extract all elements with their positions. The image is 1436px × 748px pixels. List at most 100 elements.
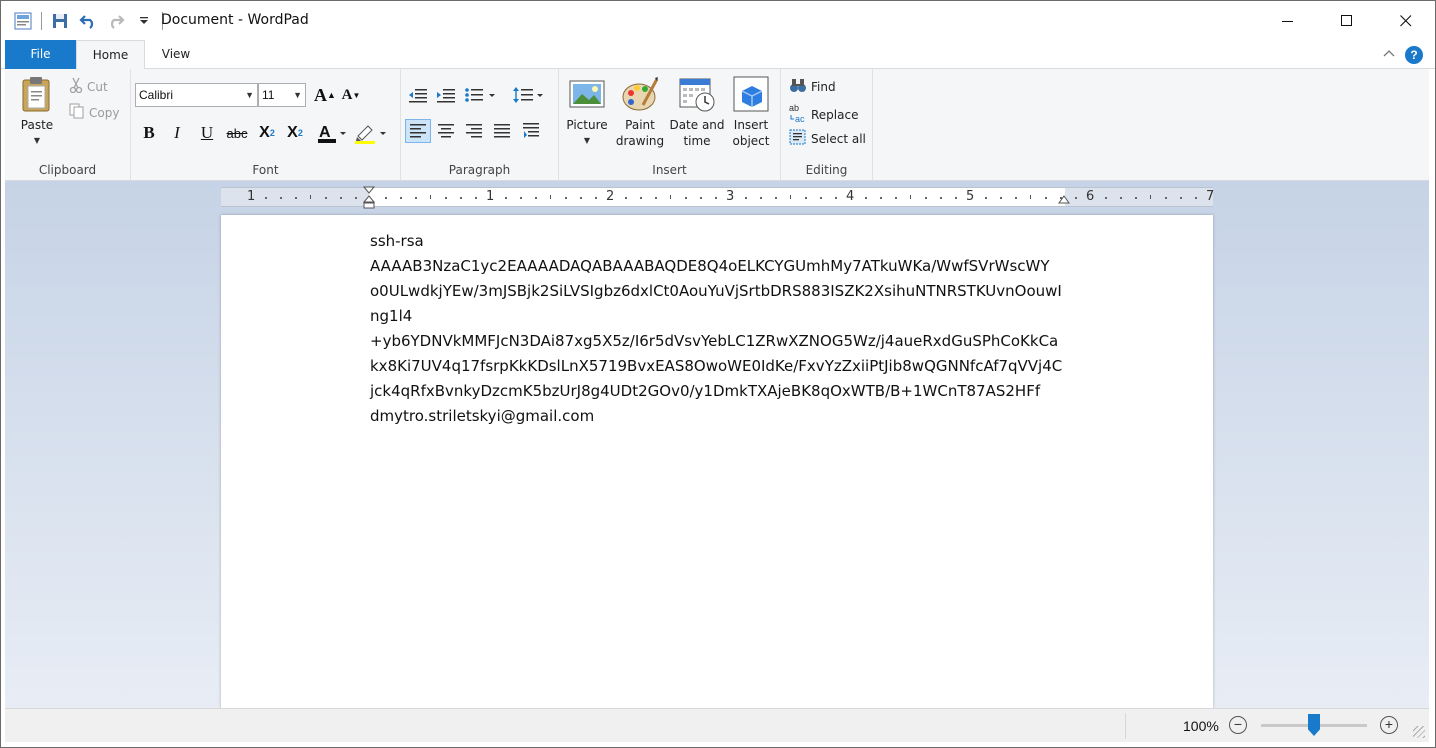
zoom-slider-thumb[interactable]: [1308, 714, 1320, 736]
paste-button[interactable]: Paste ▼: [15, 75, 59, 149]
document-text[interactable]: ssh-rsa AAAAB3NzaC1yc2EAAAADAQABAAABAQDE…: [370, 229, 1070, 429]
shrink-font-button[interactable]: A ▼: [339, 83, 363, 107]
ruler-dot: [625, 197, 627, 199]
copy-button[interactable]: Copy: [69, 103, 119, 122]
font-family-value: Calibri: [139, 88, 174, 102]
ruler-dot: [700, 197, 702, 199]
insert-object-button[interactable]: Insert object: [727, 75, 775, 149]
wordpad-window: Document - WordPad File Home View ? Past…: [0, 0, 1436, 748]
ruler-tick: [790, 195, 791, 199]
ruler-dot: [775, 197, 777, 199]
tab-view[interactable]: View: [145, 40, 207, 69]
bullet-list-icon[interactable]: [461, 83, 501, 107]
ruler-number: 3: [726, 189, 735, 204]
increase-indent-icon[interactable]: [433, 83, 459, 107]
ruler-dot: [460, 197, 462, 199]
decrease-indent-icon[interactable]: [405, 83, 431, 107]
document-page[interactable]: ssh-rsa AAAAB3NzaC1yc2EAAAADAQABAAABAQDE…: [221, 215, 1213, 708]
paint-drawing-label-1: Paint: [625, 118, 655, 132]
align-left-icon[interactable]: [405, 119, 431, 143]
strikethrough-button[interactable]: abc: [225, 121, 249, 145]
select-all-button[interactable]: Select all: [789, 129, 866, 148]
maximize-button[interactable]: [1317, 1, 1376, 40]
picture-dropdown-icon[interactable]: ▼: [565, 133, 609, 149]
wordpad-app-icon[interactable]: [13, 11, 33, 31]
right-indent-marker[interactable]: [1058, 195, 1070, 210]
text-color-button[interactable]: A: [315, 121, 349, 145]
ruler-number: 5: [966, 189, 975, 204]
doc-line: ssh-rsa: [370, 232, 424, 250]
zoom-in-icon[interactable]: +: [1380, 716, 1398, 734]
paragraph-settings-icon[interactable]: [519, 119, 545, 143]
ruler-dot: [895, 197, 897, 199]
line-spacing-icon[interactable]: [509, 83, 549, 107]
ruler-dot: [760, 197, 762, 199]
ruler-dot: [745, 197, 747, 199]
align-center-icon[interactable]: [433, 119, 459, 143]
ruler-dot: [865, 197, 867, 199]
ruler-dot: [580, 197, 582, 199]
insert-object-label-2: object: [732, 134, 770, 148]
justify-icon[interactable]: [489, 119, 515, 143]
editing-group-label: Editing: [805, 163, 848, 177]
superscript-button[interactable]: X2: [283, 121, 307, 145]
ruler-dot: [265, 197, 267, 199]
redo-icon[interactable]: [106, 11, 126, 31]
binoculars-icon: [789, 77, 807, 96]
font-size-value: 11: [262, 88, 275, 102]
paint-drawing-label-2: drawing: [615, 134, 665, 148]
collapse-ribbon-icon[interactable]: [1383, 45, 1395, 60]
ruler-dot: [640, 197, 642, 199]
picture-icon: [568, 75, 606, 113]
paste-dropdown-icon[interactable]: ▼: [15, 133, 59, 149]
doc-line: jck4qRfxBvnkyDzcmK5bzUrJ8g4UDt2GOv0/y1Dm…: [370, 382, 1041, 400]
replace-button[interactable]: ab ac Replace: [789, 103, 858, 126]
help-icon[interactable]: ?: [1405, 46, 1423, 64]
close-button[interactable]: [1376, 1, 1435, 40]
ruler-dot: [1045, 197, 1047, 199]
subscript-button[interactable]: X2: [255, 121, 279, 145]
ruler-dot: [685, 197, 687, 199]
ruler-number: 1: [247, 189, 256, 204]
doc-line: +yb6YDNVkMMFJcN3DAi87xg5X5z/I6r5dVsvYebL…: [370, 332, 1059, 350]
zoom-out-icon[interactable]: −: [1229, 716, 1247, 734]
left-indent-marker[interactable]: [362, 186, 376, 213]
tab-file[interactable]: File: [5, 40, 76, 69]
minimize-button[interactable]: [1258, 1, 1317, 40]
font-family-combo[interactable]: Calibri ▼: [135, 83, 258, 107]
align-right-icon[interactable]: [461, 119, 487, 143]
object-icon: [732, 75, 770, 113]
picture-button[interactable]: Picture ▼: [565, 75, 609, 149]
chevron-down-icon: ▼: [293, 90, 302, 100]
tab-home[interactable]: Home: [76, 40, 145, 70]
ruler[interactable]: 1 1 2 3 4 5 6 7: [221, 186, 1214, 210]
svg-text:ac: ac: [795, 114, 805, 123]
paint-drawing-button[interactable]: Paint drawing: [615, 75, 665, 149]
window-title: Document - WordPad: [161, 12, 309, 28]
save-icon[interactable]: [50, 11, 70, 31]
ruler-tick: [550, 195, 551, 199]
italic-button[interactable]: I: [165, 121, 189, 145]
cut-button[interactable]: Cut: [69, 77, 108, 96]
select-all-icon: [789, 129, 807, 148]
ruler-dot: [445, 197, 447, 199]
paste-icon: [18, 75, 56, 113]
grow-font-button[interactable]: A ▲: [313, 83, 337, 107]
resize-grip[interactable]: [1413, 726, 1425, 738]
ruler-tick: [670, 195, 671, 199]
doc-line: ng1l4: [370, 307, 413, 325]
ruler-dot: [565, 197, 567, 199]
highlight-button[interactable]: [353, 121, 389, 145]
ruler-dot: [595, 197, 597, 199]
underline-button[interactable]: U: [195, 121, 219, 145]
customize-qat-icon[interactable]: [134, 11, 154, 31]
replace-icon: ab ac: [789, 103, 807, 126]
ruler-dot: [325, 197, 327, 199]
find-button[interactable]: Find: [789, 77, 836, 96]
bold-button[interactable]: B: [137, 121, 161, 145]
ruler-tick: [310, 195, 311, 199]
undo-icon[interactable]: [78, 11, 98, 31]
font-group-label: Font: [252, 163, 279, 177]
font-size-combo[interactable]: 11 ▼: [258, 83, 306, 107]
date-time-button[interactable]: Date and time: [667, 75, 727, 149]
